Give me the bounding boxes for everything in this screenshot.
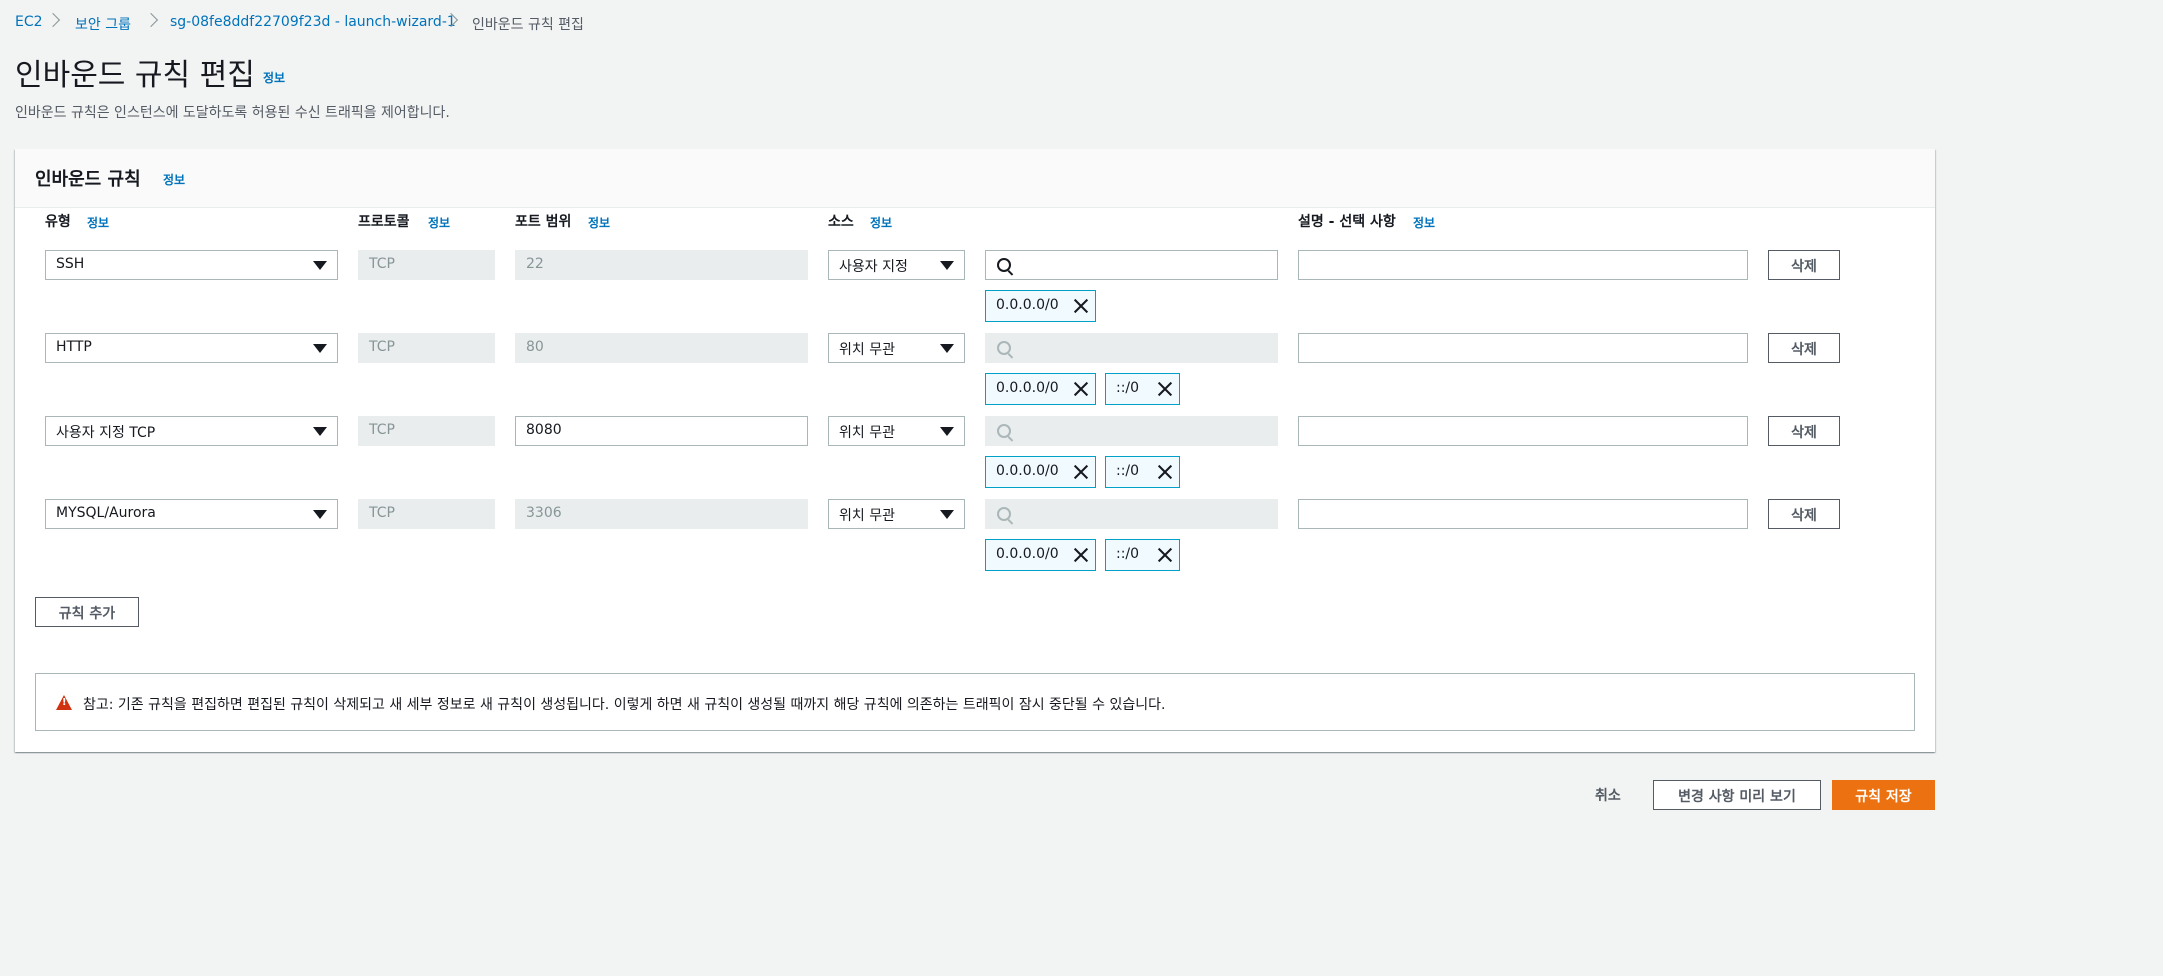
cidr-tag: ::/0 (1105, 539, 1180, 571)
breadcrumb-current: 인바운드 규칙 편집 (472, 17, 584, 33)
delete-rule-button[interactable]: 삭제 (1768, 250, 1840, 280)
dropdown-arrow-icon (940, 344, 954, 353)
description-input[interactable] (1298, 250, 1748, 280)
breadcrumb-ec2[interactable]: EC2 (15, 14, 43, 30)
description-input[interactable] (1298, 499, 1748, 529)
chevron-right-icon (143, 12, 159, 28)
breadcrumb-security-groups[interactable]: 보안 그룹 (75, 14, 131, 34)
protocol-field: TCP (358, 333, 495, 363)
save-rules-button[interactable]: 규칙 저장 (1832, 780, 1935, 810)
search-icon (997, 424, 1011, 438)
dropdown-arrow-icon (313, 510, 327, 519)
dropdown-arrow-icon (940, 261, 954, 270)
page-info-link[interactable]: 정보 (263, 69, 285, 86)
remove-cidr-icon[interactable] (1073, 547, 1089, 563)
protocol-field: TCP (358, 499, 495, 529)
source-select[interactable]: 위치 무관 (828, 499, 965, 529)
chevron-right-icon (45, 12, 61, 28)
delete-rule-button[interactable]: 삭제 (1768, 499, 1840, 529)
description-input[interactable] (1298, 416, 1748, 446)
delete-rule-button[interactable]: 삭제 (1768, 333, 1840, 363)
column-header-protocol: 프로토콜 (358, 214, 410, 230)
remove-cidr-icon[interactable] (1073, 464, 1089, 480)
page-title: 인바운드 규칙 편집 (15, 58, 255, 93)
preview-changes-button[interactable]: 변경 사항 미리 보기 (1653, 780, 1821, 810)
search-icon (997, 258, 1011, 272)
warning-alert: 참고: 기존 규칙을 편집하면 편집된 규칙이 삭제되고 새 세부 정보로 새 … (35, 673, 1915, 731)
source-select[interactable]: 위치 무관 (828, 416, 965, 446)
port-info-link[interactable]: 정보 (588, 214, 610, 231)
column-header-type: 유형 (45, 214, 71, 230)
panel-info-link[interactable]: 정보 (163, 171, 185, 188)
panel-title: 인바운드 규칙 (35, 169, 141, 190)
rule-type-select[interactable]: SSH (45, 250, 338, 280)
cidr-search-input (985, 333, 1278, 363)
port-range-field: 3306 (515, 499, 808, 529)
cancel-button[interactable]: 취소 (1595, 785, 1621, 805)
protocol-field: TCP (358, 250, 495, 280)
dropdown-arrow-icon (313, 344, 327, 353)
cidr-tag: 0.0.0.0/0 (985, 290, 1096, 322)
column-header-source: 소스 (828, 214, 854, 230)
cidr-search-input (985, 416, 1278, 446)
source-info-link[interactable]: 정보 (870, 214, 892, 231)
cidr-tag: 0.0.0.0/0 (985, 456, 1096, 488)
port-range-field: 80 (515, 333, 808, 363)
cidr-tag: 0.0.0.0/0 (985, 539, 1096, 571)
description-input[interactable] (1298, 333, 1748, 363)
column-header-port-range: 포트 범위 (515, 214, 572, 230)
page-description: 인바운드 규칙은 인스턴스에 도달하도록 허용된 수신 트래픽을 제어합니다. (15, 105, 450, 121)
rule-type-select[interactable]: MYSQL/Aurora (45, 499, 338, 529)
remove-cidr-icon[interactable] (1073, 381, 1089, 397)
type-info-link[interactable]: 정보 (87, 214, 109, 231)
protocol-field: TCP (358, 416, 495, 446)
cidr-tag: 0.0.0.0/0 (985, 373, 1096, 405)
cidr-tag: ::/0 (1105, 373, 1180, 405)
search-icon (997, 341, 1011, 355)
search-icon (997, 507, 1011, 521)
remove-cidr-icon[interactable] (1157, 547, 1173, 563)
dropdown-arrow-icon (313, 427, 327, 436)
port-range-input[interactable]: 8080 (515, 416, 808, 446)
rule-type-select[interactable]: 사용자 지정 TCP (45, 416, 338, 446)
add-rule-button[interactable]: 규칙 추가 (35, 597, 139, 627)
dropdown-arrow-icon (940, 427, 954, 436)
column-header-description: 설명 - 선택 사항 (1298, 214, 1396, 230)
remove-cidr-icon[interactable] (1157, 381, 1173, 397)
alert-text: 참고: 기존 규칙을 편집하면 편집된 규칙이 삭제되고 새 세부 정보로 새 … (83, 697, 1166, 713)
description-info-link[interactable]: 정보 (1413, 214, 1435, 231)
remove-cidr-icon[interactable] (1073, 298, 1089, 314)
remove-cidr-icon[interactable] (1157, 464, 1173, 480)
protocol-info-link[interactable]: 정보 (428, 214, 450, 231)
breadcrumb-security-group-id[interactable]: sg-08fe8ddf22709f23d - launch-wizard-1 (170, 14, 456, 30)
cidr-search-input (985, 499, 1278, 529)
source-select[interactable]: 위치 무관 (828, 333, 965, 363)
delete-rule-button[interactable]: 삭제 (1768, 416, 1840, 446)
inbound-rules-panel: 인바운드 규칙 정보 유형 정보 프로토콜 정보 포트 범위 정보 소스 정보 … (15, 149, 1935, 752)
warning-icon (56, 695, 72, 710)
rule-type-select[interactable]: HTTP (45, 333, 338, 363)
source-select[interactable]: 사용자 지정 (828, 250, 965, 280)
port-range-field: 22 (515, 250, 808, 280)
cidr-tag: ::/0 (1105, 456, 1180, 488)
dropdown-arrow-icon (940, 510, 954, 519)
cidr-search-input[interactable] (985, 250, 1278, 280)
panel-header: 인바운드 규칙 정보 (15, 149, 1935, 208)
dropdown-arrow-icon (313, 261, 327, 270)
